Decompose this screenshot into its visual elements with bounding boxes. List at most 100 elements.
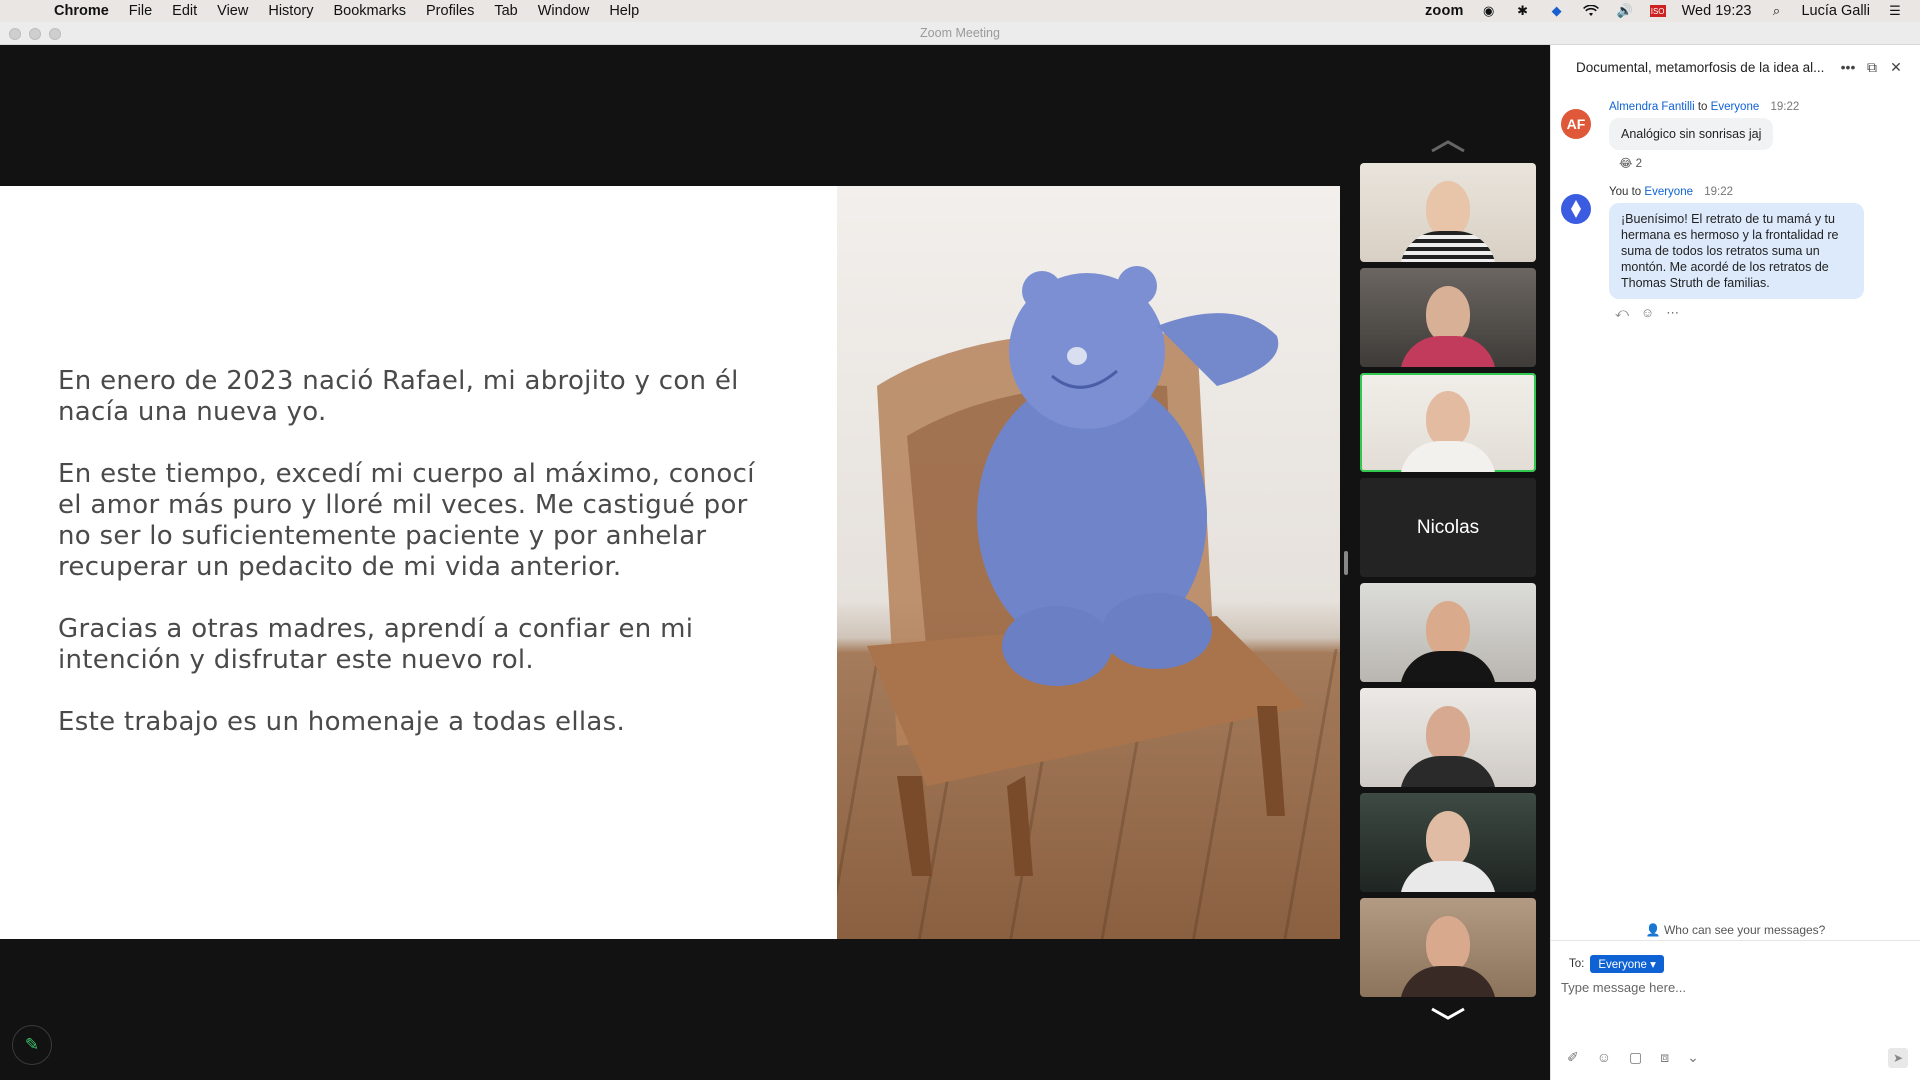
bluetooth-icon[interactable]: ✱ bbox=[1514, 2, 1532, 20]
message-input[interactable] bbox=[1561, 975, 1901, 999]
chat-header: Documental, metamorfosis de la idea al..… bbox=[1551, 45, 1920, 89]
menu-extras: zoom ◉ ✱ ◆ 🔊 ISO Wed 19:23 ⌕ Lucía Galli… bbox=[1425, 2, 1920, 20]
wifi-icon[interactable] bbox=[1582, 2, 1600, 20]
message-bubble[interactable]: ¡Buenísimo! El retrato de tu mamá y tu h… bbox=[1609, 203, 1864, 299]
control-center-icon[interactable]: ☰ bbox=[1886, 2, 1904, 20]
spotlight-search-icon[interactable]: ⌕ bbox=[1767, 2, 1785, 20]
message-sender[interactable]: Almendra Fantilli bbox=[1609, 101, 1695, 113]
close-icon[interactable]: ✕ bbox=[1884, 59, 1908, 76]
people-icon: 👤 bbox=[1645, 923, 1661, 937]
message-reaction[interactable]: 😂 2 bbox=[1609, 156, 1920, 170]
send-icon: ➤ bbox=[1892, 1051, 1904, 1065]
chevron-down-icon bbox=[1431, 1007, 1465, 1020]
send-button[interactable]: ➤ bbox=[1888, 1048, 1908, 1068]
message-to-word: to bbox=[1631, 186, 1642, 198]
message-sender: You bbox=[1609, 186, 1629, 198]
caret-down-icon: ▾ bbox=[1650, 959, 1656, 971]
screenshot-icon[interactable]: ⧈ bbox=[1660, 1049, 1669, 1066]
menu-bar: Chrome File Edit View History Bookmarks … bbox=[0, 0, 1920, 22]
scroll-down-button[interactable] bbox=[1360, 1003, 1536, 1025]
participant-face bbox=[1426, 601, 1470, 657]
participant-name: Nicolas bbox=[1360, 478, 1536, 577]
participant-body bbox=[1400, 231, 1496, 262]
participant-video-tile[interactable] bbox=[1360, 898, 1536, 997]
recipient-select[interactable]: Everyone ▾ bbox=[1590, 955, 1664, 973]
avatar-initials: AF bbox=[1566, 116, 1586, 132]
menu-clock[interactable]: Wed 19:23 bbox=[1682, 3, 1752, 19]
participant-face bbox=[1426, 811, 1470, 867]
participant-name-tile[interactable]: Nicolas bbox=[1360, 478, 1536, 577]
menu-help[interactable]: Help bbox=[599, 3, 649, 19]
participant-face bbox=[1426, 181, 1470, 237]
avatar: AF bbox=[1561, 109, 1591, 139]
menu-app-name[interactable]: Chrome bbox=[52, 3, 119, 19]
menu-bookmarks[interactable]: Bookmarks bbox=[323, 3, 416, 19]
zoom-status-item[interactable]: zoom bbox=[1425, 3, 1464, 19]
input-source-flag-icon[interactable]: ISO bbox=[1649, 5, 1666, 17]
scroll-up-button[interactable] bbox=[1360, 135, 1536, 157]
message-actions: ⤺ ☺ ⋯ bbox=[1609, 305, 1920, 321]
slide-text-block: En enero de 2023 nació Rafael, mi abroji… bbox=[58, 366, 778, 769]
message-time: 19:22 bbox=[1770, 101, 1800, 113]
participant-body bbox=[1400, 441, 1496, 472]
participant-strip: Nicolas bbox=[1360, 135, 1536, 1025]
shared-slide: En enero de 2023 nació Rafael, mi abroji… bbox=[0, 186, 1340, 939]
message-meta: Almendra Fantilli to Everyone 19:22 bbox=[1609, 101, 1920, 113]
message-recipient[interactable]: Everyone bbox=[1644, 186, 1693, 198]
participant-video-tile[interactable] bbox=[1360, 793, 1536, 892]
message-time: 19:22 bbox=[1704, 186, 1733, 198]
message-bubble[interactable]: Analógico sin sonrisas jaj bbox=[1609, 118, 1774, 150]
more-tools-chevron-icon[interactable]: ⌄ bbox=[1687, 1049, 1699, 1066]
slide-paragraph: Gracias a otras madres, aprendí a confia… bbox=[58, 614, 694, 675]
meeting-stage: En enero de 2023 nació Rafael, mi abroji… bbox=[0, 45, 1550, 1080]
slide-paragraph: En este tiempo, excedí mi cuerpo al máxi… bbox=[58, 459, 755, 582]
menu-user-name[interactable]: Lucía Galli bbox=[1801, 3, 1870, 19]
window-titlebar: Zoom Meeting bbox=[0, 22, 1920, 45]
slide-photo-plush-chair bbox=[837, 186, 1340, 939]
participant-video-tile[interactable] bbox=[1360, 163, 1536, 262]
emoji-icon[interactable]: ☺ bbox=[1597, 1049, 1611, 1066]
file-icon[interactable]: ▢ bbox=[1629, 1049, 1642, 1066]
more-icon[interactable]: ⋯ bbox=[1666, 305, 1679, 321]
chevron-up-icon bbox=[1431, 140, 1465, 153]
chair-and-plush-illustration bbox=[867, 266, 1307, 876]
participant-video-tile[interactable] bbox=[1360, 583, 1536, 682]
privacy-note[interactable]: 👤 Who can see your messages? bbox=[1551, 923, 1920, 937]
chat-message: AF Almendra Fantilli to Everyone 19:22 A… bbox=[1551, 101, 1920, 170]
menu-file[interactable]: File bbox=[119, 3, 162, 19]
menu-window[interactable]: Window bbox=[528, 3, 600, 19]
participant-body bbox=[1400, 336, 1496, 367]
volume-icon[interactable]: 🔊 bbox=[1616, 2, 1634, 20]
participant-face bbox=[1426, 391, 1470, 447]
chat-message: You to Everyone 19:22 ¡Buenísimo! El ret… bbox=[1551, 186, 1920, 321]
menu-edit[interactable]: Edit bbox=[162, 3, 207, 19]
participant-body bbox=[1400, 966, 1496, 997]
chat-composer: 👤 Who can see your messages? To: Everyon… bbox=[1551, 923, 1920, 1080]
chat-panel: Documental, metamorfosis de la idea al..… bbox=[1550, 45, 1920, 1080]
composer-toolbar: ✐ ☺ ▢ ⧈ ⌄ bbox=[1567, 1049, 1699, 1066]
add-reaction-icon[interactable]: ☺ bbox=[1641, 305, 1654, 321]
annotate-pencil-button[interactable]: ✎ bbox=[12, 1025, 52, 1065]
menu-history[interactable]: History bbox=[258, 3, 323, 19]
message-meta: You to Everyone 19:22 bbox=[1609, 186, 1920, 198]
screen-share-icon[interactable]: ◉ bbox=[1480, 2, 1498, 20]
participant-face bbox=[1426, 706, 1470, 762]
menu-view[interactable]: View bbox=[207, 3, 258, 19]
vpn-icon[interactable]: ◆ bbox=[1548, 2, 1566, 20]
format-text-icon[interactable]: ✐ bbox=[1567, 1049, 1579, 1066]
reaction-count: 2 bbox=[1635, 158, 1643, 170]
message-recipient[interactable]: Everyone bbox=[1711, 101, 1760, 113]
panel-resize-handle[interactable] bbox=[1344, 551, 1348, 575]
participant-video-tile[interactable] bbox=[1360, 268, 1536, 367]
pop-out-icon[interactable]: ⧉ bbox=[1860, 59, 1884, 76]
slide-paragraph: En enero de 2023 nació Rafael, mi abroji… bbox=[58, 366, 739, 427]
reply-icon[interactable]: ⤺ bbox=[1615, 305, 1629, 321]
menu-tab[interactable]: Tab bbox=[484, 3, 527, 19]
participant-video-tile-active-speaker[interactable] bbox=[1360, 373, 1536, 472]
more-options-icon[interactable]: ••• bbox=[1836, 59, 1860, 75]
menu-profiles[interactable]: Profiles bbox=[416, 3, 484, 19]
pencil-icon: ✎ bbox=[24, 1035, 40, 1054]
participant-video-tile[interactable] bbox=[1360, 688, 1536, 787]
participant-body bbox=[1400, 651, 1496, 682]
message-to-word: to bbox=[1697, 101, 1708, 113]
